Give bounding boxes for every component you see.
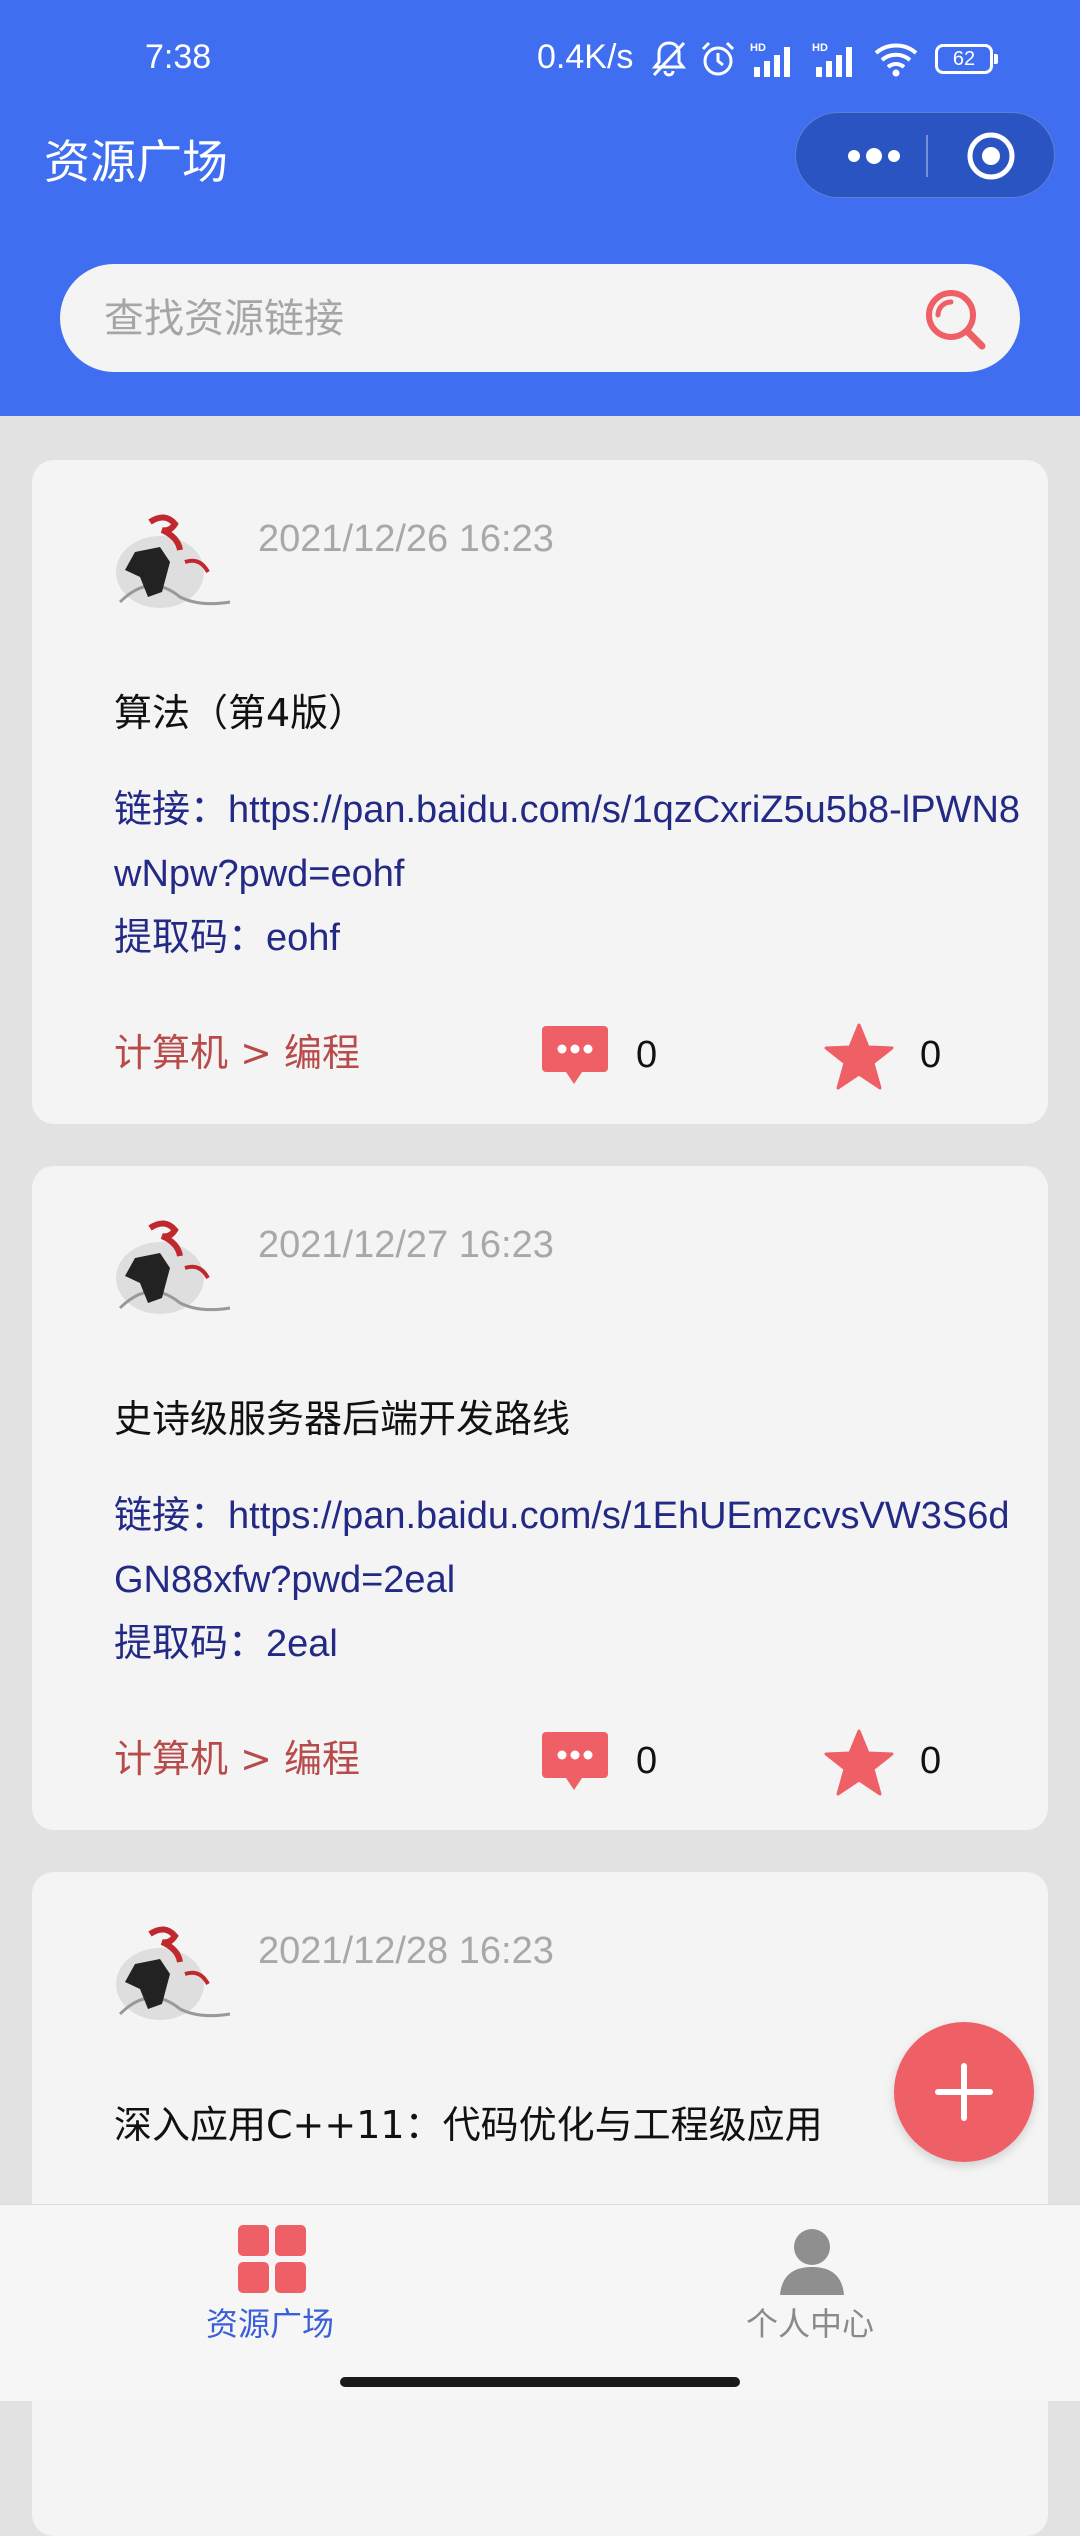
post-title[interactable]: 算法（第4版） bbox=[114, 682, 366, 737]
post-link-block[interactable]: 链接：https://pan.baidu.com/s/1qzCxriZ5u5b8… bbox=[114, 778, 1034, 970]
extraction-code[interactable]: 2eal bbox=[266, 1623, 338, 1665]
miniprogram-capsule bbox=[795, 112, 1055, 198]
user-icon bbox=[780, 2229, 844, 2295]
code-label: 提取码： bbox=[114, 1621, 267, 1665]
extraction-code[interactable]: eohf bbox=[266, 917, 340, 959]
comment-count: 0 bbox=[636, 1740, 658, 1782]
bottom-tab-bar: 资源广场 个人中心 bbox=[0, 2204, 1080, 2401]
grid-icon bbox=[238, 2225, 306, 2293]
post-link-block[interactable]: 链接：https://pan.baidu.com/s/1EhUEmzcvsVW3… bbox=[114, 1484, 1034, 1676]
home-indicator[interactable] bbox=[340, 2377, 740, 2387]
star-icon[interactable] bbox=[822, 1022, 896, 1092]
code-label: 提取码： bbox=[114, 915, 267, 959]
alarm-icon bbox=[701, 41, 735, 76]
battery-icon: 62 bbox=[935, 44, 998, 74]
wifi-icon bbox=[874, 43, 918, 77]
link-label: 链接： bbox=[114, 787, 229, 831]
search-box[interactable] bbox=[60, 264, 1020, 372]
avatar bbox=[116, 514, 231, 608]
status-time: 7:38 bbox=[145, 38, 212, 76]
target-circle-icon[interactable] bbox=[946, 113, 1036, 199]
hd-signal-icon: HD bbox=[812, 42, 852, 77]
post-date: 2021/12/27 16:23 bbox=[258, 1224, 554, 1266]
link-url[interactable]: https://pan.baidu.com/s/1EhUEmzcvsVW3S6d… bbox=[114, 1495, 1009, 1601]
tab-label: 个人中心 bbox=[745, 2305, 874, 2343]
avatar bbox=[116, 1220, 231, 1314]
resource-card[interactable]: 2021/12/27 16:23 史诗级服务器后端开发路线 链接：https:/… bbox=[32, 1166, 1048, 1830]
plus-icon bbox=[935, 2063, 993, 2121]
search-icon[interactable] bbox=[920, 284, 990, 354]
post-title[interactable]: 史诗级服务器后端开发路线 bbox=[114, 1388, 570, 1443]
network-speed: 0.4K/s bbox=[537, 38, 634, 76]
tab-resource-square[interactable]: 资源广场 bbox=[0, 2205, 540, 2355]
star-icon[interactable] bbox=[822, 1728, 896, 1798]
star-count: 0 bbox=[920, 1034, 942, 1076]
resource-card[interactable]: 2021/12/26 16:23 算法（第4版） 链接：https://pan.… bbox=[32, 460, 1048, 1124]
capsule-divider bbox=[926, 135, 928, 177]
more-dots-icon[interactable] bbox=[824, 113, 924, 199]
search-input[interactable] bbox=[102, 290, 906, 348]
status-icons: HD HD bbox=[650, 34, 920, 84]
post-date: 2021/12/28 16:23 bbox=[258, 1930, 554, 1972]
status-bar: 7:38 0.4K/s HD HD 62 bbox=[0, 30, 1080, 90]
tab-personal-center[interactable]: 个人中心 bbox=[540, 2205, 1080, 2355]
svg-text:HD: HD bbox=[812, 42, 828, 54]
category-tag[interactable]: 计算机 > 编程 bbox=[114, 1728, 360, 1783]
star-count: 0 bbox=[920, 1740, 942, 1782]
post-date: 2021/12/26 16:23 bbox=[258, 518, 554, 560]
tab-label: 资源广场 bbox=[205, 2305, 334, 2343]
page-title: 资源广场 bbox=[44, 135, 228, 189]
comment-icon[interactable] bbox=[540, 1022, 610, 1088]
svg-text:HD: HD bbox=[750, 42, 766, 54]
comment-icon[interactable] bbox=[540, 1728, 610, 1794]
header-bar: 7:38 0.4K/s HD HD 62 资源广场 查找资源链接 bbox=[0, 0, 1080, 416]
bell-off-icon bbox=[651, 41, 687, 77]
comment-count: 0 bbox=[636, 1034, 658, 1076]
add-resource-button[interactable] bbox=[894, 2022, 1034, 2162]
link-url[interactable]: https://pan.baidu.com/s/1qzCxriZ5u5b8-lP… bbox=[114, 789, 1020, 895]
category-tag[interactable]: 计算机 > 编程 bbox=[114, 1022, 360, 1077]
avatar bbox=[116, 1926, 231, 2020]
post-title[interactable]: 深入应用C++11：代码优化与工程级应用 bbox=[114, 2094, 823, 2149]
hd-signal-icon: HD bbox=[750, 42, 790, 77]
link-label: 链接： bbox=[114, 1493, 229, 1537]
